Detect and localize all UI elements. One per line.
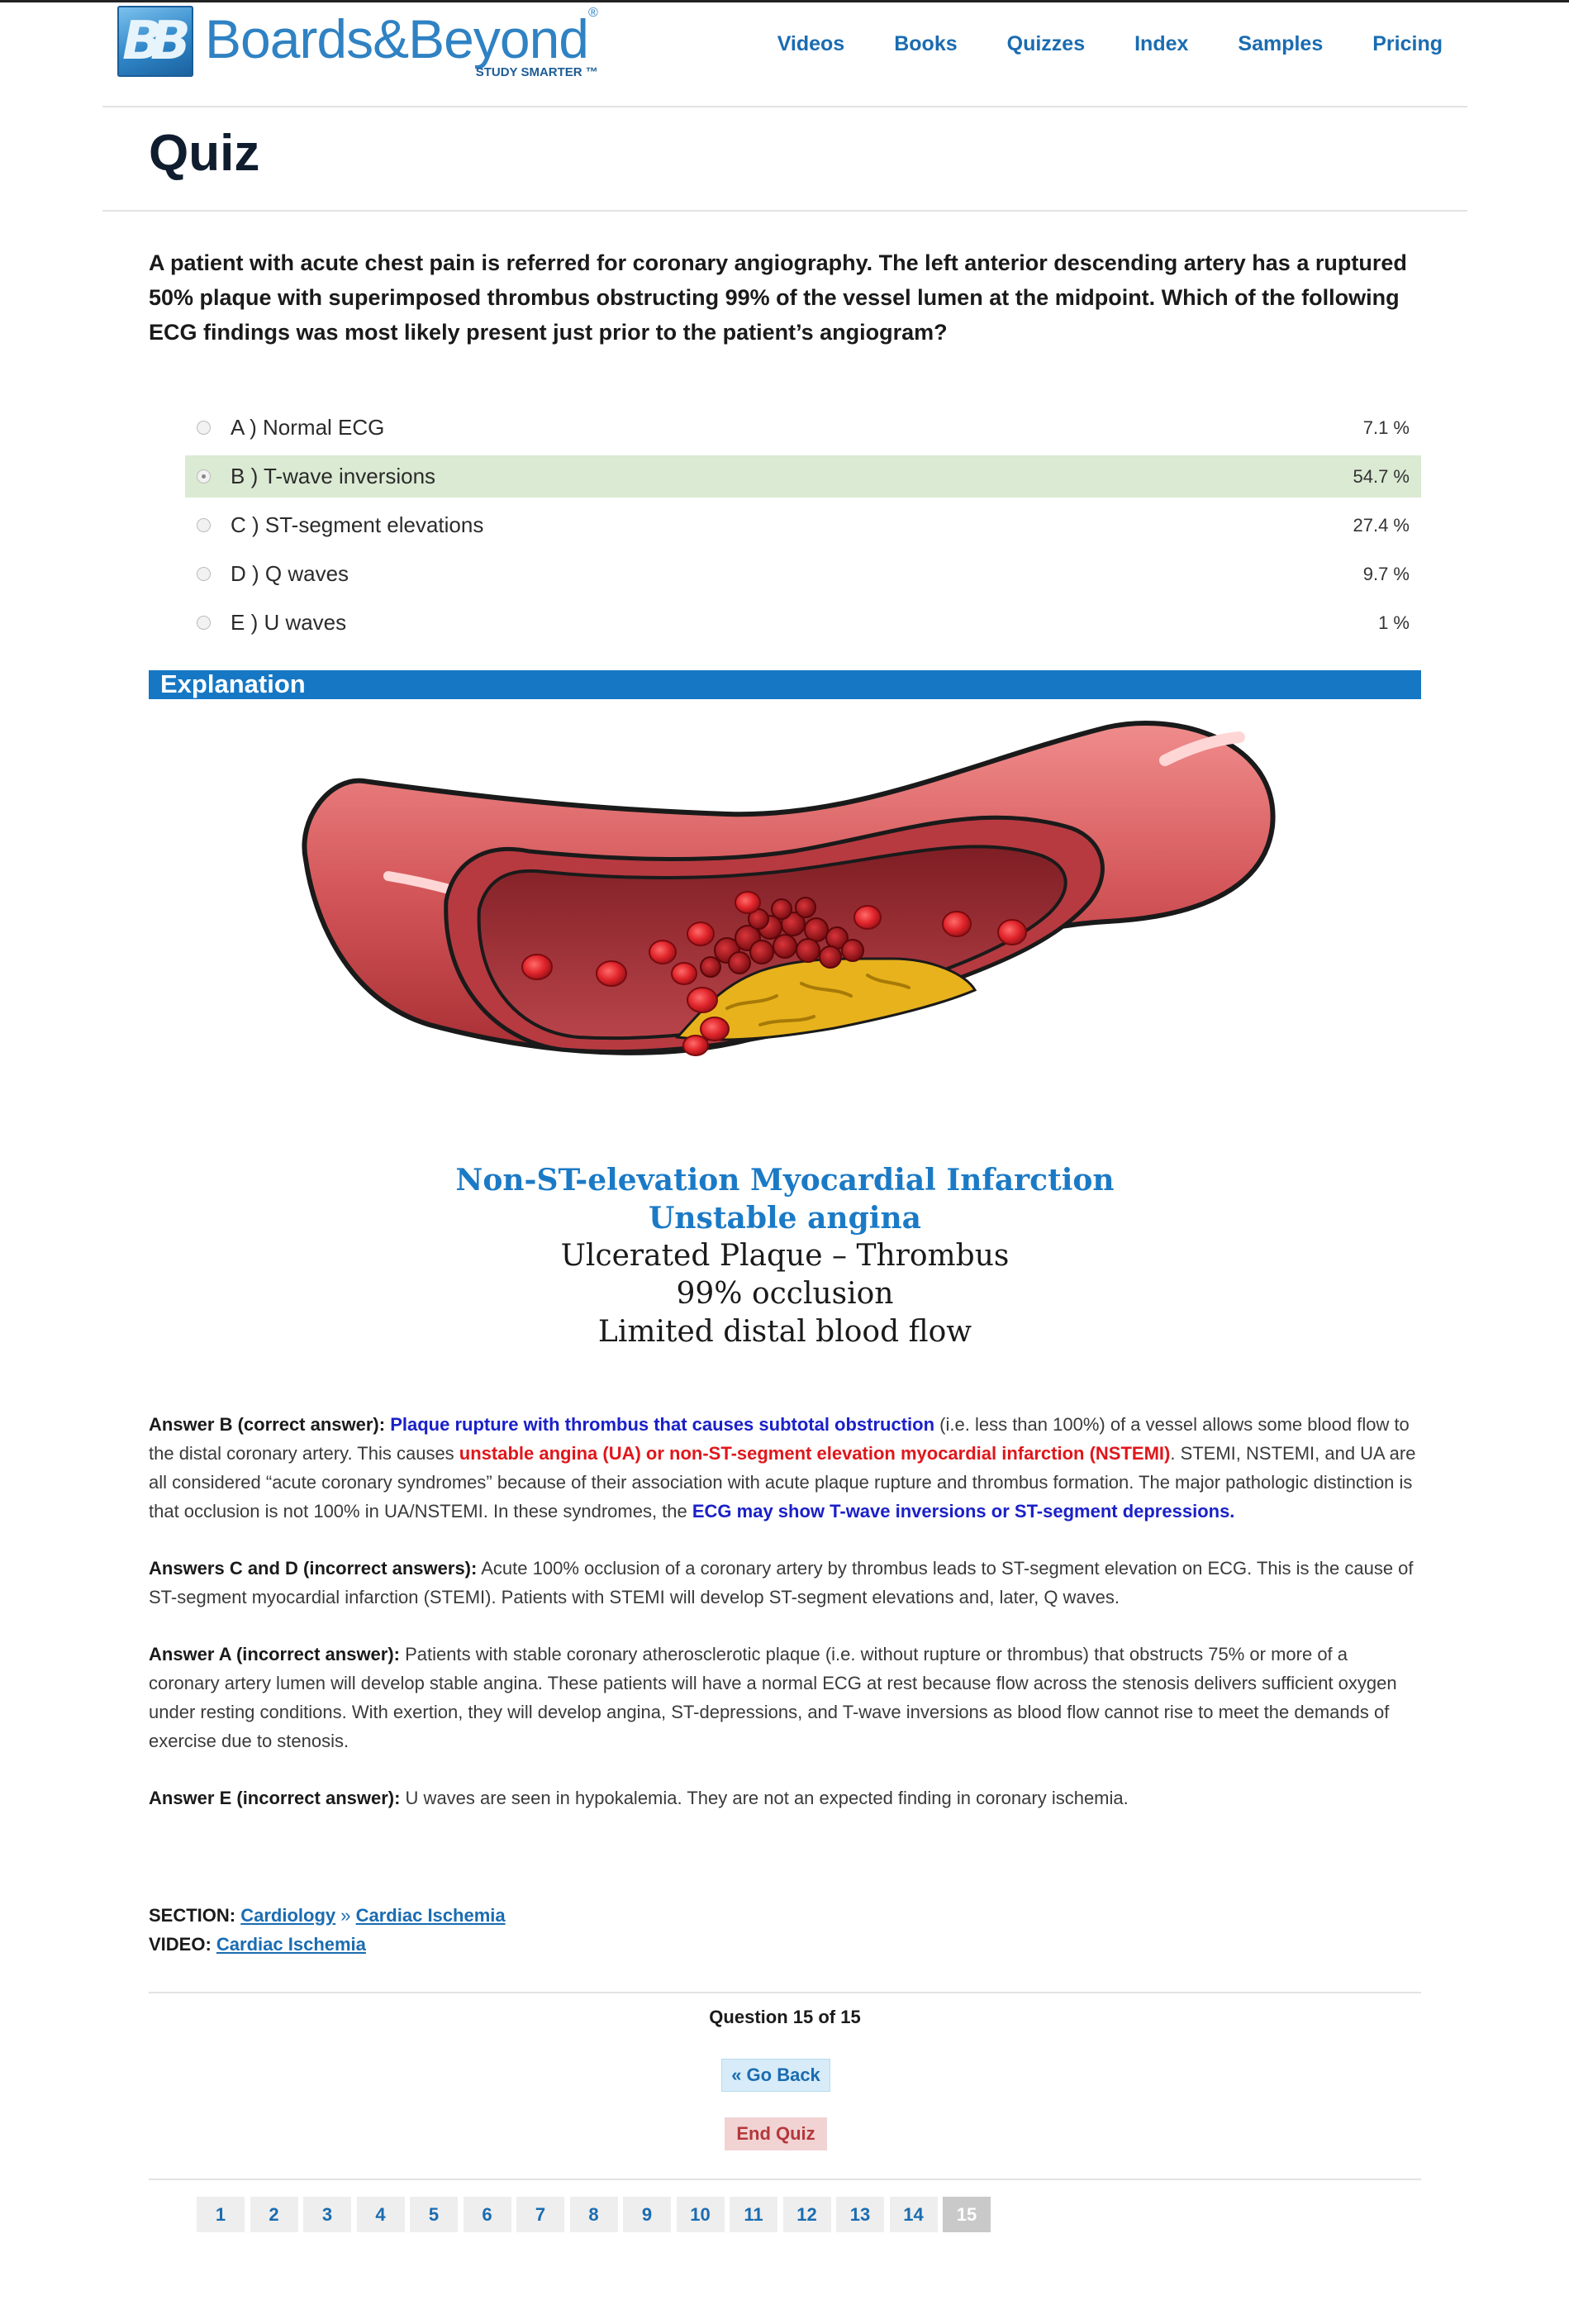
artery-thrombus-illustration — [302, 721, 1276, 1056]
radio-button[interactable] — [197, 567, 211, 581]
answer-label: C ) ST-segment elevations — [231, 512, 484, 537]
nav-pricing[interactable]: Pricing — [1372, 32, 1443, 56]
site-logo[interactable]: BB Boards&Beyond® STUDY SMARTER ™ — [117, 6, 598, 79]
caption-line-2: Unstable angina — [649, 1201, 921, 1236]
page-button-9[interactable]: 9 — [623, 2197, 671, 2232]
answer-label: B ) T-wave inversions — [231, 464, 436, 488]
answer-list: A ) Normal ECG 7.1 % B ) T-wave inversio… — [185, 407, 1421, 650]
explanation-header: Explanation — [149, 669, 1421, 699]
page-button-3[interactable]: 3 — [303, 2197, 351, 2232]
quiz-meta: SECTION: Cardiology » Cardiac Ischemia V… — [149, 1901, 506, 1959]
answer-percent: 7.1 % — [1362, 417, 1410, 438]
nav-videos[interactable]: Videos — [777, 32, 845, 56]
page-button-1[interactable]: 1 — [197, 2197, 245, 2232]
explanation-answer-a: Answer A (incorrect answer): Patients wi… — [149, 1644, 1397, 1751]
page-button-8[interactable]: 8 — [569, 2197, 618, 2232]
nav-divider-top — [149, 1992, 1421, 1993]
answer-option-b[interactable]: B ) T-wave inversions 54.7 % — [185, 455, 1421, 498]
question-counter: Question 15 of 15 — [709, 2007, 861, 2027]
answer-percent: 9.7 % — [1362, 563, 1410, 584]
radio-button[interactable] — [197, 518, 211, 532]
main-nav: Videos Books Quizzes Index Samples Prici… — [728, 32, 1443, 56]
answer-option-d[interactable]: D ) Q waves 9.7 % — [185, 553, 1421, 595]
nav-divider-bottom — [149, 2179, 1421, 2180]
answer-option-c[interactable]: C ) ST-segment elevations 27.4 % — [185, 504, 1421, 546]
explanation-answer-b: Answer B (correct answer): Plaque ruptur… — [149, 1414, 1416, 1522]
page-button-5[interactable]: 5 — [410, 2197, 458, 2232]
radio-button[interactable] — [197, 421, 211, 435]
explanation-body: Answer B (correct answer): Plaque ruptur… — [149, 1410, 1421, 1841]
page-title: Quiz — [149, 125, 260, 182]
page-button-12[interactable]: 12 — [782, 2197, 831, 2232]
explanation-answer-e: Answer E (incorrect answer): U waves are… — [149, 1788, 1129, 1808]
question-stem: A patient with acute chest pain is refer… — [149, 250, 1407, 345]
video-line: VIDEO: Cardiac Ischemia — [149, 1934, 366, 1955]
radio-button-selected[interactable] — [197, 469, 211, 483]
section-line: SECTION: Cardiology » Cardiac Ischemia — [149, 1905, 506, 1926]
page-button-13[interactable]: 13 — [836, 2197, 884, 2232]
answer-option-a[interactable]: A ) Normal ECG 7.1 % — [185, 407, 1421, 449]
nav-books[interactable]: Books — [894, 32, 957, 56]
site-header: BB Boards&Beyond® STUDY SMARTER ™ Videos… — [102, 2, 1467, 107]
quiz-page: BB Boards&Beyond® STUDY SMARTER ™ Videos… — [0, 0, 1569, 2324]
page-button-10[interactable]: 10 — [676, 2197, 725, 2232]
answer-label: E ) U waves — [231, 610, 347, 635]
caption-line-3: Ulcerated Plaque – Thrombus — [560, 1239, 1010, 1273]
caption-line-5: Limited distal blood flow — [597, 1315, 972, 1349]
nav-samples[interactable]: Samples — [1238, 32, 1323, 56]
nav-quizzes[interactable]: Quizzes — [1007, 32, 1085, 56]
title-divider — [102, 210, 1467, 212]
figure-caption: Non-ST-elevation Myocardial Infarction U… — [149, 1161, 1421, 1351]
radio-button[interactable] — [197, 616, 211, 630]
logo-mark-icon: BB — [117, 6, 193, 77]
nav-index[interactable]: Index — [1134, 32, 1188, 56]
caption-line-4: 99% occlusion — [676, 1277, 894, 1311]
explanation-heading: Explanation — [160, 669, 306, 698]
section-link-cardiology[interactable]: Cardiology — [240, 1905, 335, 1926]
page-button-14[interactable]: 14 — [889, 2197, 938, 2232]
page-button-6[interactable]: 6 — [463, 2197, 511, 2232]
caption-line-1: Non-ST-elevation Myocardial Infarction — [455, 1163, 1115, 1198]
logo-name: Boards&Beyond — [205, 8, 589, 69]
answer-percent: 27.4 % — [1353, 514, 1410, 536]
answer-label: D ) Q waves — [231, 561, 349, 586]
answer-label: A ) Normal ECG — [231, 415, 385, 440]
page-button-4[interactable]: 4 — [356, 2197, 405, 2232]
logo-tagline: STUDY SMARTER ™ — [475, 65, 598, 79]
question-pager: 1 2 3 4 5 6 7 8 9 10 11 12 13 14 15 — [197, 2197, 996, 2232]
explanation-answers-c-d: Answers C and D (incorrect answers): Acu… — [149, 1558, 1414, 1607]
logo-wordmark: Boards&Beyond® STUDY SMARTER ™ — [205, 6, 598, 79]
page-button-11[interactable]: 11 — [730, 2197, 777, 2232]
go-back-button[interactable]: « Go Back — [721, 2059, 830, 2092]
page-button-15-current: 15 — [943, 2197, 991, 2232]
page-button-7[interactable]: 7 — [516, 2197, 564, 2232]
page-button-2[interactable]: 2 — [250, 2197, 298, 2232]
logo-registered: ® — [588, 6, 598, 20]
end-quiz-button[interactable]: End Quiz — [725, 2117, 827, 2150]
answer-option-e[interactable]: E ) U waves 1 % — [185, 602, 1421, 644]
video-link-cardiac-ischemia[interactable]: Cardiac Ischemia — [216, 1934, 366, 1955]
answer-percent: 1 % — [1378, 612, 1410, 633]
answer-percent: 54.7 % — [1353, 465, 1410, 487]
section-link-cardiac-ischemia[interactable]: Cardiac Ischemia — [356, 1905, 506, 1926]
